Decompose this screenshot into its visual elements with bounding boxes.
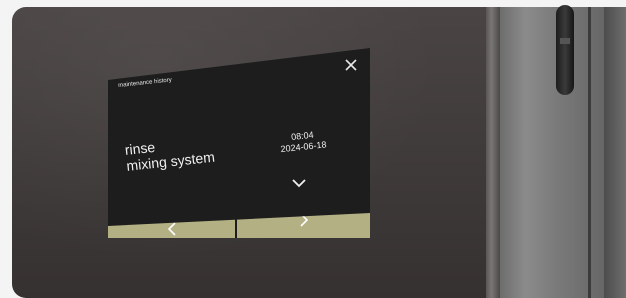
hinge-joint xyxy=(560,38,570,44)
panel-edge xyxy=(486,7,500,298)
chevron-down-icon xyxy=(292,179,306,188)
chevron-left-icon xyxy=(167,222,176,236)
close-button[interactable] xyxy=(343,57,359,73)
door-seam xyxy=(588,7,591,298)
close-icon xyxy=(345,59,357,71)
door-edge xyxy=(604,7,626,298)
door-hinge xyxy=(556,5,574,95)
expand-button[interactable] xyxy=(289,176,309,190)
